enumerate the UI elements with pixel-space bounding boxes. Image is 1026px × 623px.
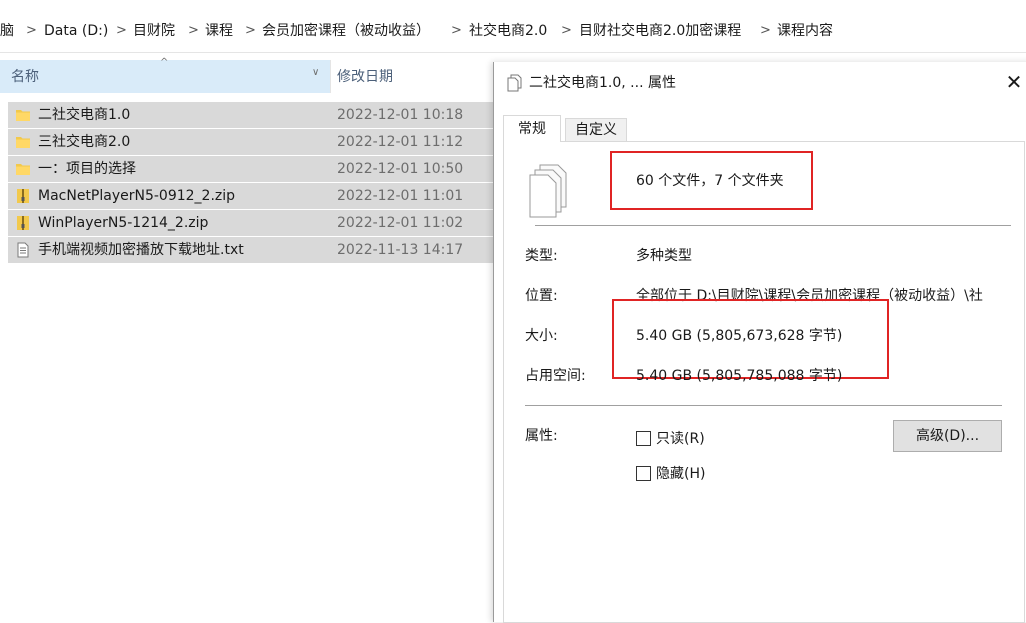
address-bar[interactable]: 脑 > Data (D:) > 目财院 > 课程 > 会员加密课程（被动收益） … <box>0 0 1026 53</box>
file-date: 2022-12-01 11:12 <box>337 134 464 150</box>
breadcrumb-item-social-ecom[interactable]: 社交电商2.0 <box>469 20 547 42</box>
file-row[interactable]: WinPlayerN5-1214_2.zip 2022-12-01 11:02 <box>8 210 493 236</box>
dialog-title: 二社交电商1.0, ... 属性 <box>529 75 676 91</box>
folder-icon <box>16 164 30 175</box>
disk-usage-label: 占用空间: <box>525 368 586 384</box>
multiple-files-icon <box>507 74 522 92</box>
hidden-label[interactable]: 隐藏(H) <box>656 463 705 485</box>
breadcrumb-item-pc[interactable]: 脑 <box>0 20 14 42</box>
chevron-right-icon: > <box>561 23 572 38</box>
type-label: 类型: <box>525 248 558 264</box>
folder-icon <box>16 137 30 148</box>
column-header-name[interactable]: 名称 <box>11 62 39 92</box>
breadcrumb-item-member-courses[interactable]: 会员加密课程（被动收益） <box>262 20 430 42</box>
chevron-right-icon: > <box>245 23 256 38</box>
size-label: 大小: <box>525 328 558 344</box>
properties-dialog: 二社交电商1.0, ... 属性 ✕ 常规 自定义 60 个文件，7 个文件夹 … <box>493 62 1026 623</box>
summary-text: 60 个文件，7 个文件夹 <box>636 173 784 189</box>
column-header-modified[interactable]: 修改日期 <box>337 62 393 92</box>
file-row[interactable]: 二社交电商1.0 2022-12-01 10:18 <box>8 102 493 128</box>
close-icon[interactable]: ✕ <box>1000 68 1026 96</box>
file-name: 三社交电商2.0 <box>38 134 131 150</box>
file-date: 2022-12-01 11:01 <box>337 188 464 204</box>
file-name: WinPlayerN5-1214_2.zip <box>38 215 209 231</box>
location-label: 位置: <box>525 288 558 304</box>
file-date: 2022-12-01 10:50 <box>337 161 464 177</box>
file-name: 一：项目的选择 <box>38 161 136 177</box>
file-row[interactable]: 手机端视频加密播放下载地址.txt 2022-11-13 14:17 <box>8 237 493 263</box>
breadcrumb-item-course-content[interactable]: 课程内容 <box>777 20 833 42</box>
file-date: 2022-11-13 14:17 <box>337 242 464 258</box>
divider <box>535 225 1011 226</box>
chevron-right-icon: > <box>26 23 37 38</box>
file-date: 2022-12-01 11:02 <box>337 215 464 231</box>
divider <box>525 405 1002 406</box>
zip-icon <box>17 216 29 230</box>
sort-ascending-icon: ^ <box>160 57 169 68</box>
disk-usage-value: 5.40 GB (5,805,785,088 字节) <box>636 368 843 384</box>
chevron-right-icon: > <box>116 23 127 38</box>
breadcrumb-item-mucaiyuan[interactable]: 目财院 <box>133 20 175 42</box>
tab-custom[interactable]: 自定义 <box>565 118 627 143</box>
type-value: 多种类型 <box>636 248 692 264</box>
file-name: 二社交电商1.0 <box>38 107 131 123</box>
file-date: 2022-12-01 10:18 <box>337 107 464 123</box>
chevron-right-icon: > <box>188 23 199 38</box>
text-file-icon <box>17 242 29 258</box>
file-row[interactable]: 一：项目的选择 2022-12-01 10:50 <box>8 156 493 182</box>
file-row[interactable]: 三社交电商2.0 2022-12-01 11:12 <box>8 129 493 155</box>
breadcrumb-item-encrypted-course[interactable]: 目财社交电商2.0加密课程 <box>579 20 741 42</box>
column-divider[interactable] <box>330 60 331 93</box>
tab-general[interactable]: 常规 <box>503 115 561 142</box>
breadcrumb-item-courses[interactable]: 课程 <box>205 20 233 42</box>
attributes-label: 属性: <box>525 428 558 444</box>
chevron-right-icon: > <box>760 23 771 38</box>
size-value: 5.40 GB (5,805,673,628 字节) <box>636 328 843 344</box>
file-name: MacNetPlayerN5-0912_2.zip <box>38 188 236 204</box>
breadcrumb-item-drive[interactable]: Data (D:) <box>44 20 108 42</box>
readonly-label[interactable]: 只读(R) <box>656 428 705 450</box>
chevron-down-icon[interactable]: ∨ <box>312 67 319 78</box>
zip-icon <box>17 189 29 203</box>
folder-icon <box>16 110 30 121</box>
file-name: 手机端视频加密播放下载地址.txt <box>38 242 244 258</box>
file-row[interactable]: MacNetPlayerN5-0912_2.zip 2022-12-01 11:… <box>8 183 493 209</box>
hidden-checkbox[interactable] <box>636 466 651 481</box>
multiple-files-icon <box>529 164 567 218</box>
advanced-button[interactable]: 高级(D)... <box>893 420 1002 452</box>
chevron-right-icon: > <box>451 23 462 38</box>
readonly-checkbox[interactable] <box>636 431 651 446</box>
general-panel: 60 个文件，7 个文件夹 类型: 多种类型 位置: 全部位于 D:\目财院\课… <box>503 141 1025 623</box>
